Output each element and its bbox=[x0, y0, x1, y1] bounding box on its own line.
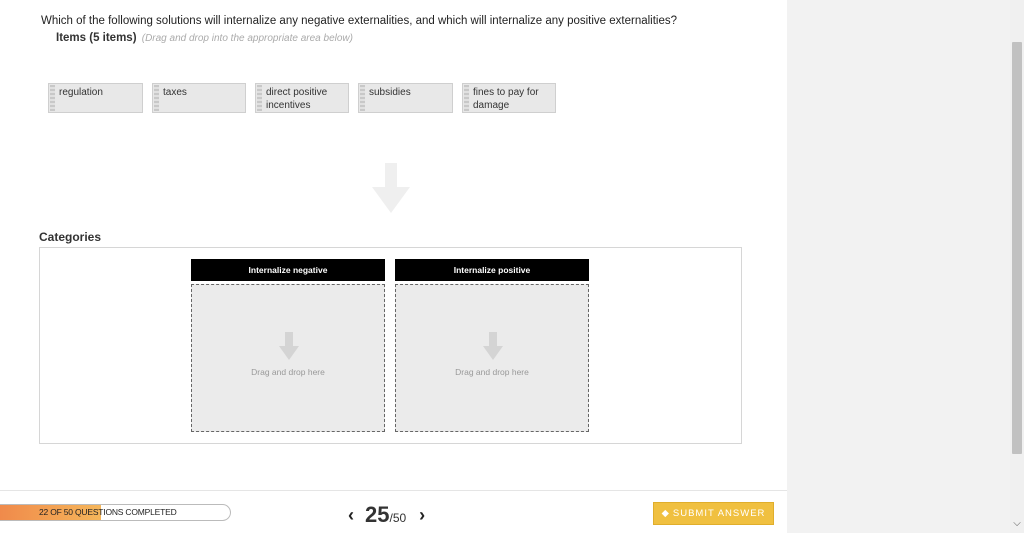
thumbs-up-icon: ◆ bbox=[661, 508, 670, 519]
drop-zone-hint: Drag and drop here bbox=[455, 367, 529, 377]
item-label: direct positive incentives bbox=[266, 87, 328, 111]
scrollbar-thumb[interactable] bbox=[1012, 42, 1022, 454]
arrow-down-icon bbox=[372, 163, 410, 213]
drop-zone-positive[interactable]: Drag and drop here bbox=[395, 284, 589, 432]
drag-handle-icon[interactable] bbox=[257, 85, 262, 111]
item-label: taxes bbox=[163, 87, 187, 98]
progress-text: 22 OF 50 QUESTIONS COMPLETED bbox=[39, 507, 177, 517]
item-label: fines to pay for damage bbox=[473, 87, 539, 111]
drag-handle-icon[interactable] bbox=[360, 85, 365, 111]
chevron-left-icon[interactable]: ‹ bbox=[343, 505, 359, 526]
question-pager: ‹ 25 /50 › bbox=[343, 500, 430, 530]
drop-zone-hint: Drag and drop here bbox=[251, 367, 325, 377]
footer-divider bbox=[0, 490, 787, 491]
category-header-negative: Internalize negative bbox=[191, 259, 385, 281]
draggable-item-direct-positive-incentives[interactable]: direct positive incentives bbox=[255, 83, 349, 113]
items-hint: (Drag and drop into the appropriate area… bbox=[141, 33, 353, 44]
submit-answer-label: SUBMIT ANSWER bbox=[672, 508, 766, 519]
drag-handle-icon[interactable] bbox=[154, 85, 159, 111]
submit-answer-button[interactable]: ◆ SUBMIT ANSWER bbox=[653, 502, 774, 525]
drag-handle-icon[interactable] bbox=[50, 85, 55, 111]
draggable-item-taxes[interactable]: taxes bbox=[152, 83, 246, 113]
total-questions: /50 bbox=[389, 511, 407, 525]
drop-zone-negative[interactable]: Drag and drop here bbox=[191, 284, 385, 432]
categories-container bbox=[39, 247, 742, 444]
progress-bar: 22 OF 50 QUESTIONS COMPLETED bbox=[0, 504, 231, 521]
categories-heading: Categories bbox=[39, 230, 102, 244]
item-label: subsidies bbox=[369, 87, 411, 98]
current-question-number: 25 bbox=[365, 502, 390, 527]
main-panel: Which of the following solutions will in… bbox=[0, 0, 787, 533]
chevron-right-icon[interactable]: › bbox=[414, 505, 430, 526]
draggable-item-fines[interactable]: fines to pay for damage bbox=[462, 83, 556, 113]
items-heading: Items (5 items) (Drag and drop into the … bbox=[56, 32, 353, 44]
right-side-panel bbox=[787, 0, 1010, 533]
items-label: Items (5 items) bbox=[56, 32, 137, 44]
draggable-item-regulation[interactable]: regulation bbox=[48, 83, 143, 113]
question-text: Which of the following solutions will in… bbox=[41, 15, 678, 27]
category-header-positive: Internalize positive bbox=[395, 259, 589, 281]
drag-handle-icon[interactable] bbox=[464, 85, 469, 111]
arrow-down-icon bbox=[279, 332, 299, 360]
draggable-item-subsidies[interactable]: subsidies bbox=[358, 83, 453, 113]
chevron-down-icon[interactable]: ⌵ bbox=[1010, 517, 1024, 531]
item-label: regulation bbox=[59, 87, 103, 98]
arrow-down-icon bbox=[483, 332, 503, 360]
